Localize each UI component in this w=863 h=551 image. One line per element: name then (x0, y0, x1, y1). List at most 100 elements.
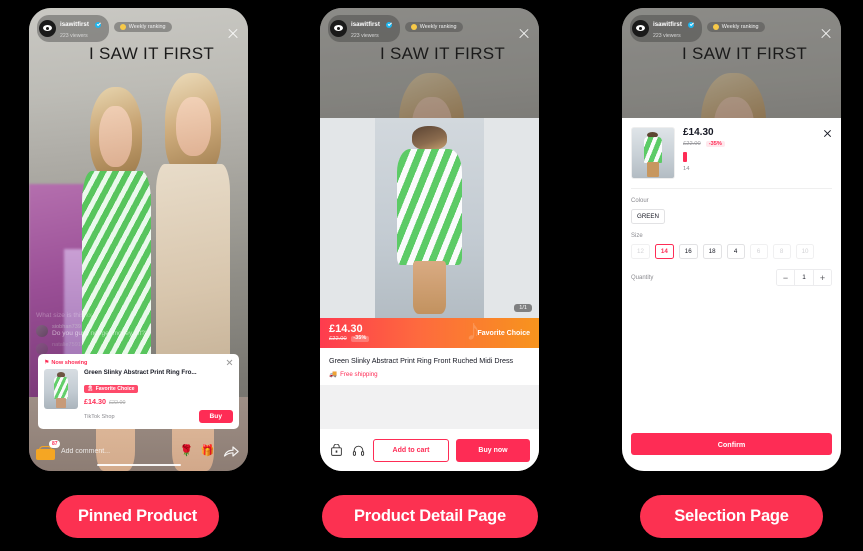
buy-now-button[interactable]: Buy now (456, 438, 530, 462)
size-option-4[interactable]: 4 (726, 244, 745, 259)
shop-name: TikTok Shop (84, 413, 115, 420)
size-option-18[interactable]: 18 (702, 244, 722, 259)
pinned-old-price: £22.00 (108, 400, 126, 406)
pinned-product-thumbnail[interactable] (44, 369, 78, 410)
phone-selection-page: I SAW IT FIRST isawitfirst 223 viewers W… (622, 8, 841, 471)
live-header: isawitfirst 223 viewers Weekly ranking (29, 8, 248, 42)
selection-price: £14.30 (683, 127, 714, 138)
caption-product-detail-page[interactable]: Product Detail Page (322, 495, 538, 538)
price-banner: ♪ £14.30 £22.00 -35% Favorite Choice (320, 318, 539, 348)
divider (631, 188, 832, 189)
colour-label: Colour (631, 198, 649, 204)
weekly-ranking-label: Weekly ranking (721, 24, 759, 31)
comment-input[interactable]: Add comment... (61, 448, 173, 455)
medal-icon (119, 24, 126, 31)
add-to-cart-button[interactable]: Add to cart (373, 438, 449, 462)
sheet-close-icon[interactable] (823, 129, 832, 138)
product-title: Green Slinky Abstract Print Ring Front R… (329, 356, 514, 365)
comment-text: Do you guys not get money off?! (52, 330, 147, 338)
cart-badge: 87 (49, 439, 60, 448)
selected-variant-note: 14 (683, 166, 690, 172)
sheet-spacer (631, 286, 832, 433)
brand-watermark: I SAW IT FIRST (89, 44, 215, 63)
host-pill[interactable]: isawitfirst 223 viewers (328, 15, 401, 42)
content-spacer (320, 385, 539, 429)
quantity-label: Quantity (631, 274, 654, 281)
host-avatar-icon (330, 19, 347, 37)
size-option-8: 8 (772, 244, 791, 259)
share-icon[interactable] (221, 443, 241, 459)
close-icon[interactable] (518, 28, 530, 40)
weekly-ranking-badge[interactable]: Weekly ranking (706, 22, 765, 33)
live-header: isawitfirst 223 viewers Weekly ranking (622, 8, 841, 42)
sku-selection-sheet: £14.30 £22.00 -35% 14 Colour GREEN Size … (622, 118, 841, 471)
viewer-count: 223 viewers (351, 33, 379, 40)
quantity-value[interactable]: 1 (794, 270, 814, 285)
favorite-choice-label: Favorite Choice (477, 329, 530, 337)
weekly-ranking-label: Weekly ranking (419, 24, 457, 31)
product-price: £14.30 (329, 322, 363, 335)
quantity-stepper: − 1 + (776, 269, 832, 286)
weekly-ranking-label: Weekly ranking (128, 24, 166, 31)
product-description: Green Slinky Abstract Print Ring Front R… (320, 348, 539, 385)
caption-pinned-product[interactable]: Pinned Product (56, 495, 219, 538)
discount-badge: -35% (350, 335, 369, 343)
colour-options: GREEN (631, 209, 832, 224)
gift-icon[interactable]: 🎁 (200, 444, 215, 459)
selection-old-price: £22.00 (683, 141, 701, 147)
product-gallery[interactable]: 1/1 (320, 118, 539, 318)
screenshot-root: I SAW IT FIRST isawitfirst 223 viewers W… (0, 0, 863, 551)
headset-icon[interactable] (351, 443, 366, 458)
rose-icon[interactable]: 🌹 (179, 444, 194, 459)
gallery-pager: 1/1 (514, 304, 532, 312)
shipping-label: Free shipping (340, 370, 378, 378)
close-icon[interactable] (227, 28, 239, 40)
size-options: 12 14 16 18 4 6 8 10 (631, 244, 832, 259)
host-pill[interactable]: isawitfirst 223 viewers (37, 15, 110, 42)
size-option-10: 10 (795, 244, 815, 259)
size-option-12: 12 (631, 244, 650, 259)
product-old-price: £22.00 (329, 336, 347, 343)
host-name: isawitfirst (60, 20, 89, 28)
comment-item: What size is this xx (36, 312, 186, 320)
quantity-increase-button[interactable]: + (814, 270, 831, 285)
pinned-card-close-icon[interactable] (226, 359, 233, 366)
product-image (392, 126, 466, 314)
selection-discount-badge: -35% (705, 141, 725, 147)
host-pill[interactable]: isawitfirst 223 viewers (630, 15, 703, 42)
verified-badge-icon (386, 21, 393, 28)
commenter-avatar (36, 325, 48, 337)
live-header: isawitfirst 223 viewers Weekly ranking (320, 8, 539, 42)
shop-icon[interactable] (329, 443, 344, 458)
pinned-product-title: Green Slinky Abstract Print Ring Fro... (84, 369, 197, 377)
size-option-14[interactable]: 14 (654, 244, 674, 259)
pinned-product-card[interactable]: ⚑ Now showing Green Slinky Abstract Prin… (38, 354, 239, 429)
confirm-button[interactable]: Confirm (631, 433, 832, 455)
favorite-choice-badge: 🎗 Favorite Choice (84, 384, 138, 393)
weekly-ranking-badge[interactable]: Weekly ranking (404, 22, 463, 33)
caption-selection-page[interactable]: Selection Page (640, 495, 823, 538)
host-name: isawitfirst (653, 20, 682, 28)
pinned-price: £14.30 (84, 397, 106, 406)
viewer-count: 223 viewers (60, 33, 88, 40)
size-option-6: 6 (749, 244, 768, 259)
shipping-row: 🚚 Free shipping (329, 370, 530, 379)
product-action-bar: Add to cart Buy now (320, 429, 539, 471)
buy-button[interactable]: Buy (198, 410, 233, 423)
selected-product-thumbnail[interactable] (631, 127, 675, 179)
close-icon[interactable] (820, 28, 832, 40)
weekly-ranking-badge[interactable]: Weekly ranking (113, 22, 172, 33)
size-option-16[interactable]: 16 (678, 244, 698, 259)
colour-option-green[interactable]: GREEN (631, 209, 666, 224)
quantity-decrease-button[interactable]: − (777, 270, 794, 285)
pin-flag-icon: ⚑ (44, 360, 50, 367)
ribbon-icon: 🎗 (87, 385, 94, 392)
host-avatar-icon (632, 19, 649, 37)
verified-badge-icon (95, 21, 102, 28)
phone-pinned-product: I SAW IT FIRST isawitfirst 223 viewers W… (29, 8, 248, 471)
cart-icon[interactable]: 87 (36, 439, 60, 460)
verified-badge-icon (688, 21, 695, 28)
brand-watermark: I SAW IT FIRST (682, 44, 808, 63)
phone-product-detail: I SAW IT FIRST isawitfirst 223 viewers W… (320, 8, 539, 471)
now-showing-label: Now showing (51, 359, 88, 366)
